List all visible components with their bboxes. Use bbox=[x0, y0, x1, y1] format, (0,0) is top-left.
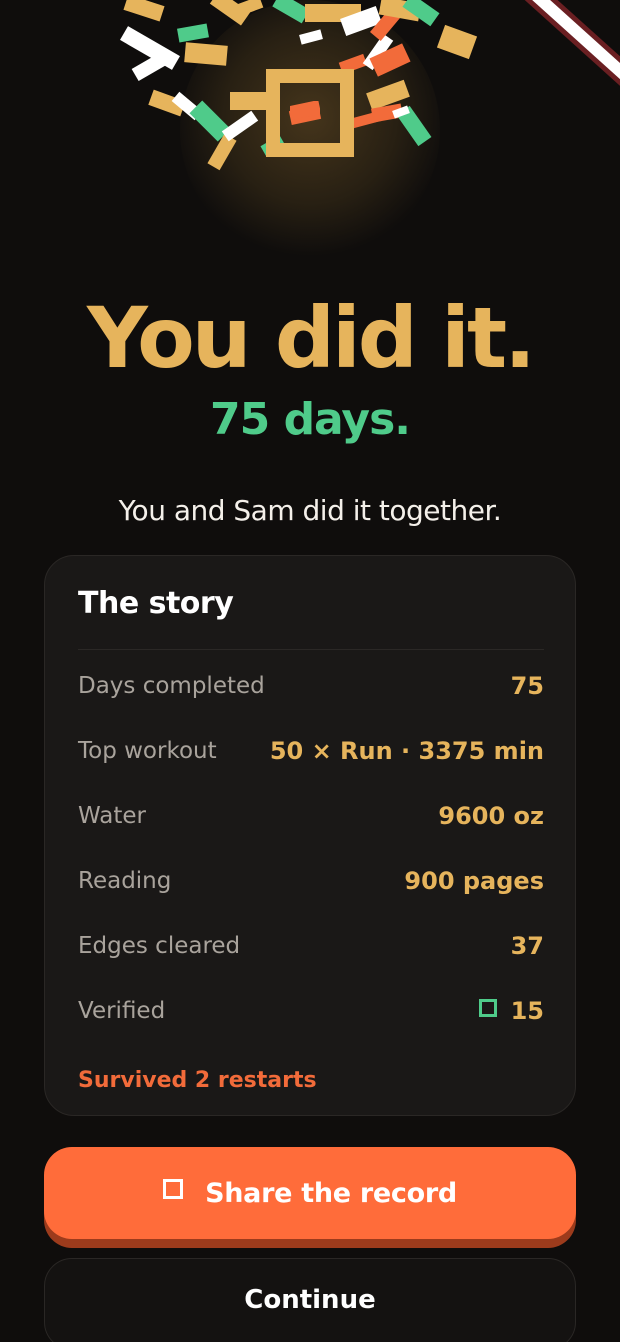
stat-label: Reading bbox=[78, 868, 172, 894]
verified-value-group: 15 bbox=[478, 997, 544, 1025]
celebration-hero bbox=[0, 0, 620, 280]
partner-message: You and Sam did it together. bbox=[118, 494, 502, 527]
verified-square-icon bbox=[478, 999, 497, 1017]
stat-value: 15 bbox=[510, 997, 544, 1025]
restarts-note: Survived 2 restarts bbox=[78, 1068, 317, 1093]
brand-square-icon bbox=[266, 69, 354, 157]
stat-label: Days completed bbox=[78, 673, 265, 699]
stat-row-top-workout: Top workout 50 × Run · 3375 min bbox=[78, 732, 544, 772]
stat-value: 9600 oz bbox=[438, 802, 544, 830]
stat-row-water: Water 9600 oz bbox=[78, 797, 544, 837]
share-record-button[interactable]: Share the record bbox=[44, 1147, 576, 1239]
share-square-icon bbox=[163, 1179, 184, 1199]
story-card: The story Days completed 75 Top workout … bbox=[44, 555, 576, 1116]
story-divider bbox=[78, 649, 544, 650]
completion-headline: You did it. bbox=[86, 289, 536, 387]
stat-label: Top workout bbox=[78, 738, 217, 764]
stat-label: Water bbox=[78, 803, 146, 829]
days-count-headline: 75 days. bbox=[210, 394, 411, 445]
stat-row-edges-cleared: Edges cleared 37 bbox=[78, 927, 544, 967]
stat-value: 900 pages bbox=[404, 867, 544, 895]
share-button-label: Share the record bbox=[205, 1177, 457, 1209]
stat-value: 50 × Run · 3375 min bbox=[269, 737, 544, 765]
corner-ribbon bbox=[513, 0, 620, 90]
stat-label: Verified bbox=[78, 998, 166, 1024]
continue-button-label: Continue bbox=[244, 1285, 376, 1315]
stat-value: 37 bbox=[510, 932, 544, 960]
stat-row-verified: Verified 15 bbox=[78, 992, 544, 1032]
stat-row-days-completed: Days completed 75 bbox=[78, 667, 544, 707]
stat-value: 75 bbox=[510, 672, 544, 700]
story-card-title: The story bbox=[78, 586, 234, 621]
continue-button[interactable]: Continue bbox=[44, 1258, 576, 1342]
completion-screen: You did it. 75 days. You and Sam did it … bbox=[0, 0, 620, 1342]
stat-label: Edges cleared bbox=[78, 933, 241, 959]
stat-row-reading: Reading 900 pages bbox=[78, 862, 544, 902]
